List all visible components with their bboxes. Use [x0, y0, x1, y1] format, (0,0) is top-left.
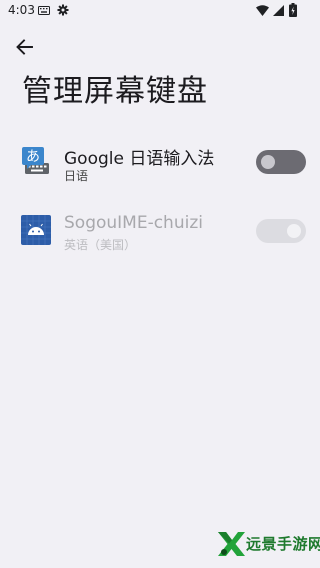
page-title: 管理屏幕键盘 [22, 74, 208, 109]
keyboard-language: 日语 [64, 169, 89, 183]
watermark-logo-icon [218, 532, 245, 556]
keyboard-row-google-japanese[interactable]: あ Google 日语输入法 日语 [0, 132, 320, 192]
keyboard-toggle-google-japanese[interactable] [256, 150, 306, 174]
status-time: 4:03 [8, 3, 35, 17]
toggle-knob [261, 155, 275, 169]
svg-text:あ: あ [26, 149, 40, 165]
status-bar: 4:03 [0, 0, 320, 22]
back-button[interactable] [10, 34, 38, 60]
battery-icon [289, 3, 297, 17]
wifi-icon [256, 5, 269, 16]
toggle-knob [287, 224, 301, 238]
arrow-left-icon [16, 39, 33, 55]
watermark: 远景手游网 [216, 528, 320, 558]
keyboard-toggle-sogou [256, 219, 306, 243]
keyboard-name: Google 日语输入法 [64, 149, 215, 169]
watermark-text: 远景手游网 [246, 535, 320, 553]
keyboard-language: 英语（美国） [64, 238, 137, 252]
gear-icon [57, 4, 69, 16]
keyboard-row-sogou: SogouIME-chuizi 英语（美国） [0, 201, 320, 261]
android-app-icon [21, 215, 51, 245]
keyboard-icon [38, 6, 50, 15]
google-japanese-input-icon: あ [22, 147, 49, 174]
keyboard-name: SogouIME-chuizi [64, 213, 203, 233]
signal-icon [273, 5, 284, 16]
